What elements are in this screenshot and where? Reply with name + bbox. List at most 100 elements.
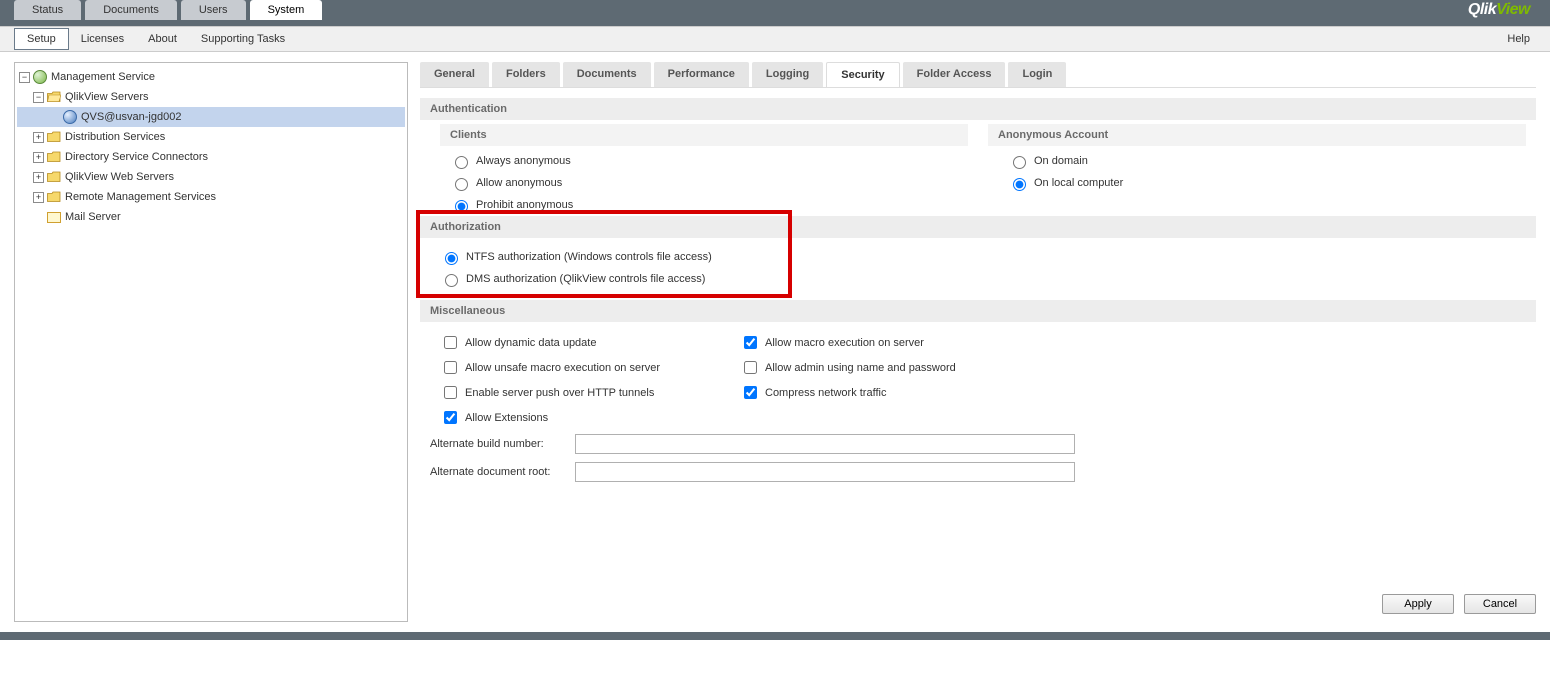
radio-input[interactable] <box>455 200 468 213</box>
tree-qvservers[interactable]: − QlikView Servers <box>17 87 405 107</box>
folder-icon <box>47 131 61 143</box>
top-tabbar: Status Documents Users System QlikView <box>0 0 1550 20</box>
cancel-button[interactable]: Cancel <box>1464 594 1536 614</box>
radio-input[interactable] <box>1013 178 1026 191</box>
radio-input[interactable] <box>445 274 458 287</box>
radio-dms-auth[interactable]: DMS authorization (QlikView controls fil… <box>420 268 1536 290</box>
tree-root[interactable]: − Management Service <box>17 67 405 87</box>
radio-label: Always anonymous <box>476 155 571 167</box>
section-misc: Miscellaneous <box>420 300 1536 322</box>
radio-label: NTFS authorization (Windows controls fil… <box>466 251 712 263</box>
folder-icon <box>47 151 61 163</box>
tree-rms[interactable]: + Remote Management Services <box>17 187 405 207</box>
field-label: Alternate build number: <box>430 438 575 450</box>
tree-qvweb[interactable]: + QlikView Web Servers <box>17 167 405 187</box>
tab-performance[interactable]: Performance <box>654 62 749 88</box>
radio-always-anonymous[interactable]: Always anonymous <box>430 150 968 172</box>
checkbox-input[interactable] <box>444 386 457 399</box>
radio-prohibit-anonymous[interactable]: Prohibit anonymous <box>430 194 968 216</box>
radio-input[interactable] <box>445 252 458 265</box>
section-anonymous-account: Anonymous Account <box>988 124 1526 146</box>
tree-label-server1: QVS@usvan-jgd002 <box>81 107 181 127</box>
tree-label-dsc: Directory Service Connectors <box>65 147 208 167</box>
folder-icon <box>47 171 61 183</box>
top-tab-documents[interactable]: Documents <box>85 0 177 20</box>
radio-on-local[interactable]: On local computer <box>988 172 1526 194</box>
check-extensions[interactable]: Allow Extensions <box>420 405 720 430</box>
check-macro-server[interactable]: Allow macro execution on server <box>720 330 1020 355</box>
brand-part2: View <box>1496 1 1530 18</box>
subnav-supporting[interactable]: Supporting Tasks <box>189 29 297 49</box>
subnav-about[interactable]: About <box>136 29 189 49</box>
checkbox-input[interactable] <box>744 386 757 399</box>
tab-folders[interactable]: Folders <box>492 62 560 88</box>
tree-panel: − Management Service − QlikView Servers … <box>14 62 408 622</box>
radio-input[interactable] <box>455 156 468 169</box>
tab-general[interactable]: General <box>420 62 489 88</box>
checkbox-input[interactable] <box>444 336 457 349</box>
footer-buttons: Apply Cancel <box>420 586 1536 622</box>
tree-server-node[interactable]: QVS@usvan-jgd002 <box>17 107 405 127</box>
radio-label: DMS authorization (QlikView controls fil… <box>466 273 705 285</box>
tab-folderaccess[interactable]: Folder Access <box>903 62 1006 88</box>
check-admin-name[interactable]: Allow admin using name and password <box>720 355 1020 380</box>
subnav-licenses[interactable]: Licenses <box>69 29 136 49</box>
check-push-http[interactable]: Enable server push over HTTP tunnels <box>420 380 720 405</box>
radio-label: On local computer <box>1034 177 1123 189</box>
radio-label: On domain <box>1034 155 1088 167</box>
subnav-setup[interactable]: Setup <box>14 28 69 50</box>
tab-login[interactable]: Login <box>1008 62 1066 88</box>
tree-label-qvservers: QlikView Servers <box>65 87 149 107</box>
service-icon <box>33 70 47 84</box>
check-dynamic-data[interactable]: Allow dynamic data update <box>420 330 720 355</box>
alt-build-input[interactable] <box>575 434 1075 454</box>
checkbox-input[interactable] <box>444 411 457 424</box>
section-authentication: Authentication <box>420 98 1536 120</box>
expander-icon[interactable]: − <box>33 92 44 103</box>
field-alt-doc: Alternate document root: <box>420 458 1536 486</box>
radio-label: Allow anonymous <box>476 177 562 189</box>
tree-label-root: Management Service <box>51 67 155 87</box>
top-tab-users[interactable]: Users <box>181 0 246 20</box>
tree-label-qvweb: QlikView Web Servers <box>65 167 174 187</box>
checkbox-input[interactable] <box>744 361 757 374</box>
security-panel: Authentication Clients Always anonymous … <box>420 87 1536 586</box>
alt-doc-input[interactable] <box>575 462 1075 482</box>
expander-icon[interactable]: + <box>33 192 44 203</box>
radio-input[interactable] <box>1013 156 1026 169</box>
folder-open-icon <box>47 91 61 103</box>
tree-dist[interactable]: + Distribution Services <box>17 127 405 147</box>
expander-icon[interactable]: + <box>33 152 44 163</box>
radio-on-domain[interactable]: On domain <box>988 150 1526 172</box>
brand-logo: QlikView <box>1468 1 1530 19</box>
tab-logging[interactable]: Logging <box>752 62 823 88</box>
field-label: Alternate document root: <box>430 466 575 478</box>
radio-allow-anonymous[interactable]: Allow anonymous <box>430 172 968 194</box>
check-label: Enable server push over HTTP tunnels <box>465 387 654 399</box>
top-tab-system[interactable]: System <box>250 0 323 20</box>
tab-security[interactable]: Security <box>826 62 899 88</box>
expander-icon[interactable]: − <box>19 72 30 83</box>
expander-icon[interactable]: + <box>33 172 44 183</box>
check-label: Allow dynamic data update <box>465 337 596 349</box>
check-unsafe-macro[interactable]: Allow unsafe macro execution on server <box>420 355 720 380</box>
radio-input[interactable] <box>455 178 468 191</box>
apply-button[interactable]: Apply <box>1382 594 1454 614</box>
check-compress[interactable]: Compress network traffic <box>720 380 1020 405</box>
server-icon <box>63 110 77 124</box>
check-label: Allow Extensions <box>465 412 548 424</box>
tab-documents[interactable]: Documents <box>563 62 651 88</box>
top-tab-status[interactable]: Status <box>14 0 81 20</box>
tree-mail[interactable]: Mail Server <box>17 207 405 227</box>
tree-label-mail: Mail Server <box>65 207 121 227</box>
checkbox-input[interactable] <box>444 361 457 374</box>
tree-dsc[interactable]: + Directory Service Connectors <box>17 147 405 167</box>
check-label: Allow macro execution on server <box>765 337 924 349</box>
check-label: Allow admin using name and password <box>765 362 956 374</box>
checkbox-input[interactable] <box>744 336 757 349</box>
expander-icon[interactable]: + <box>33 132 44 143</box>
subnav-help[interactable]: Help <box>1507 33 1530 45</box>
content-panel: General Folders Documents Performance Lo… <box>420 62 1536 622</box>
sub-nav: Setup Licenses About Supporting Tasks He… <box>0 26 1550 52</box>
radio-ntfs-auth[interactable]: NTFS authorization (Windows controls fil… <box>420 246 1536 268</box>
